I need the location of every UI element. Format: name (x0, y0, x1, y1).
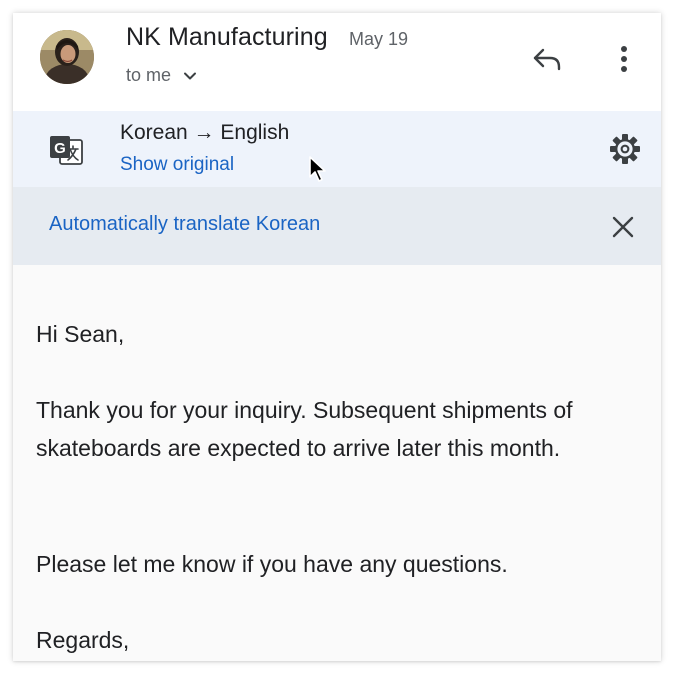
close-icon (612, 216, 634, 238)
email-header: NK Manufacturing May 19 to me (13, 13, 661, 111)
message-paragraph: Thank you for your inquiry. Subsequent s… (36, 397, 573, 461)
reply-button[interactable] (529, 41, 565, 77)
auto-translate-banner: Automatically translate Korean (13, 187, 661, 265)
message-body: Hi Sean, Thank you for your inquiry. Sub… (13, 265, 661, 661)
recipient-label: to me (126, 65, 172, 85)
translation-settings-button[interactable] (607, 131, 643, 167)
sender-avatar[interactable] (40, 30, 94, 84)
more-vert-icon (621, 46, 627, 72)
translation-bar: G Korean → English Show original (13, 111, 661, 187)
email-card: NK Manufacturing May 19 to me G Korean →… (13, 13, 661, 661)
message-greeting: Hi Sean, (36, 321, 125, 347)
message-closing: Regards, (36, 627, 130, 653)
more-options-button[interactable] (609, 41, 639, 77)
dismiss-banner-button[interactable] (609, 213, 637, 241)
translation-language-pair: Korean → English (120, 121, 290, 144)
mouse-pointer-icon (309, 156, 326, 182)
chevron-down-icon (184, 72, 197, 79)
gear-icon (610, 134, 640, 164)
show-original-link[interactable]: Show original (120, 154, 234, 176)
message-paragraph: Please let me know if you have any quest… (36, 551, 508, 577)
recipient-details-toggle[interactable]: to me (126, 65, 197, 86)
translate-icon: G (50, 136, 83, 165)
svg-text:G: G (54, 140, 66, 157)
auto-translate-link[interactable]: Automatically translate Korean (49, 213, 320, 236)
sender-name[interactable]: NK Manufacturing (126, 23, 328, 52)
reply-icon (533, 48, 561, 71)
email-date: May 19 (349, 29, 409, 49)
